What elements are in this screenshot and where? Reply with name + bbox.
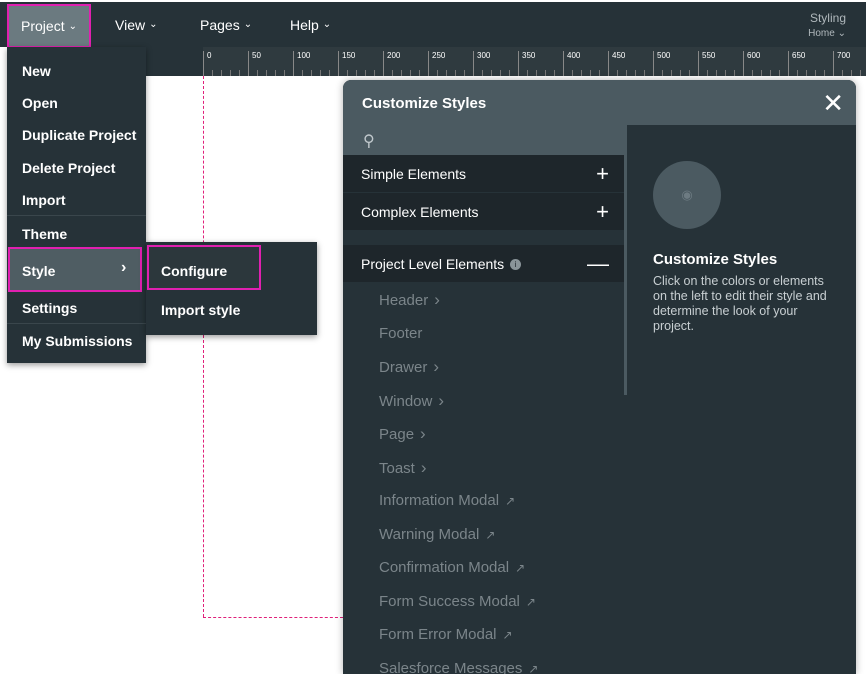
section-complex-elements[interactable]: Complex Elements + [343, 193, 625, 230]
menu-view[interactable]: View ⌄ [115, 2, 157, 47]
menu-item-open[interactable]: Open [22, 95, 58, 111]
divider [7, 215, 146, 216]
chevron-right-icon: › [438, 390, 445, 410]
chevron-right-icon: › [420, 457, 427, 477]
menu-pages[interactable]: Pages ⌄ [200, 2, 252, 47]
elements-panel: ⚲ Simple Elements + Complex Elements + Pro… [343, 125, 625, 674]
chevron-down-icon: ⌄ [68, 20, 77, 32]
list-item[interactable]: Drawer › [343, 350, 625, 384]
ruler-tick: 450 [608, 51, 625, 76]
guide-vertical [203, 76, 204, 617]
menu-item-delete[interactable]: Delete Project [22, 160, 115, 176]
customize-styles-modal: Customize Styles ✕ ⚲ Simple Elements + Com… [343, 80, 856, 674]
ruler-tick: 100 [293, 51, 310, 76]
ruler-tick: 150 [338, 51, 355, 76]
section-simple-elements[interactable]: Simple Elements + [343, 155, 625, 192]
ruler: 0 50 100 150 200 250 300 350 400 450 500 550 600 650 7… [146, 47, 866, 76]
chevron-right-icon: › [433, 357, 440, 376]
menu-item-settings[interactable]: Settings [22, 300, 77, 316]
list-item[interactable]: Warning Modal ↗ [343, 518, 625, 552]
style-submenu: Configure Import style [146, 242, 317, 335]
chevron-right-icon: › [434, 290, 440, 309]
menu-item-style[interactable]: Style [22, 263, 55, 279]
modal-header: Customize Styles ✕ [343, 80, 856, 125]
search-icon: ⚲ [363, 133, 375, 150]
list-item[interactable]: Page › [343, 417, 625, 451]
search-input[interactable]: ⚲ [343, 125, 625, 155]
menu-project[interactable]: Project ⌄ [7, 4, 91, 48]
panel-title: Customize Styles [653, 251, 778, 268]
external-link-icon: ↗ [505, 494, 516, 508]
chevron-down-icon: ⌄ [149, 19, 158, 30]
top-bar: Project ⌄ View ⌄ Pages ⌄ Help ⌄ Styling Home … [0, 0, 866, 48]
ruler-tick: 200 [383, 51, 400, 76]
chevron-right-icon: › [420, 424, 426, 443]
list-item[interactable]: Salesforce Messages ↗ [343, 652, 625, 674]
ruler-tick: 0 [203, 51, 211, 76]
external-link-icon: ↗ [485, 527, 496, 542]
ruler-tick: 400 [563, 51, 580, 76]
minus-icon: — [587, 251, 609, 276]
menu-item-new[interactable]: New [22, 63, 51, 79]
ruler-tick: 250 [428, 51, 445, 76]
list-item[interactable]: Information Modal ↗ [343, 484, 625, 518]
list-item[interactable]: Form Error Modal ↗ [343, 618, 625, 652]
project-menu: New Open Duplicate Project Delete Projec… [7, 47, 146, 363]
menu-item-duplicate[interactable]: Duplicate Project [22, 127, 136, 143]
external-link-icon: ↗ [515, 561, 526, 575]
chevron-down-icon: ⌄ [322, 19, 332, 30]
submenu-item-configure[interactable]: Configure [161, 263, 227, 279]
chevron-down-icon: ⌄ [243, 19, 253, 30]
close-icon[interactable]: ✕ [822, 88, 844, 119]
list-item[interactable]: Toast › [343, 451, 625, 485]
info-panel: ◉ Customize Styles Click on the colors o… [627, 125, 856, 674]
ruler-tick: 300 [473, 51, 490, 76]
chevron-right-icon: › [121, 259, 127, 276]
ruler-tick: 650 [788, 51, 805, 76]
ruler-tick: 50 [248, 51, 261, 76]
menu-item-import[interactable]: Import [22, 192, 66, 208]
plus-icon: + [596, 161, 609, 186]
list-item[interactable]: Footer [343, 317, 625, 351]
list-item[interactable]: Confirmation Modal ↗ [343, 551, 625, 585]
ruler-tick: 600 [743, 51, 760, 76]
list-item[interactable]: Header › [343, 283, 625, 317]
external-link-icon: ↗ [502, 628, 513, 642]
panel-description: Click on the colors or elements on the l… [653, 274, 827, 333]
menu-item-theme[interactable]: Theme [22, 226, 67, 242]
menu-help[interactable]: Help ⌄ [290, 2, 331, 47]
plus-icon: + [596, 199, 609, 224]
submenu-item-import-style[interactable]: Import style [161, 302, 240, 318]
external-link-icon: ↗ [528, 661, 539, 674]
ruler-tick: 350 [518, 51, 535, 76]
page-context[interactable]: Styling Home ⌄ [808, 10, 846, 42]
list-item[interactable]: Form Success Modal ↗ [343, 585, 625, 619]
list-item[interactable]: Window › [343, 384, 625, 418]
ruler-tick: 550 [698, 51, 715, 76]
external-link-icon: ↗ [525, 594, 536, 609]
guide-horizontal [203, 617, 343, 618]
info-icon[interactable]: i [510, 259, 522, 270]
ruler-tick: 500 [653, 51, 670, 76]
ruler-tick: 700 [833, 51, 850, 76]
divider [7, 323, 146, 324]
menu-item-submissions[interactable]: My Submissions [22, 333, 132, 349]
palette-icon: ◉ [653, 161, 721, 229]
section-project-level-elements[interactable]: Project Level Elements i — [343, 245, 625, 282]
